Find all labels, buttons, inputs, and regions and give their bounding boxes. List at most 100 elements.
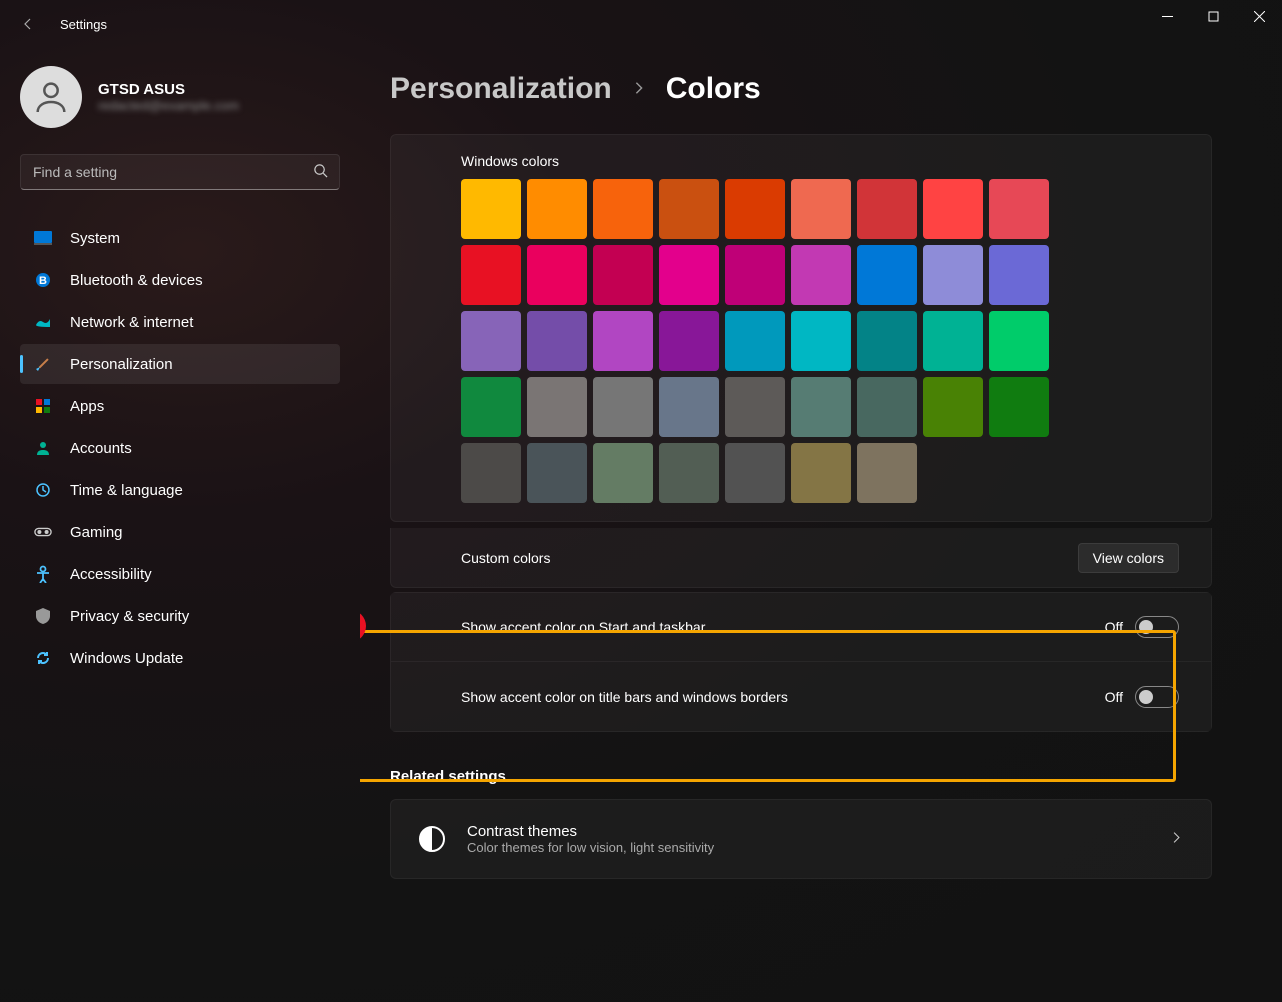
custom-colors-label: Custom colors [461, 550, 550, 566]
color-swatch[interactable] [593, 179, 653, 239]
sidebar-item-privacy-security[interactable]: Privacy & security [20, 596, 340, 636]
color-swatch[interactable] [659, 377, 719, 437]
color-swatch[interactable] [989, 245, 1049, 305]
color-swatch[interactable] [461, 311, 521, 371]
color-swatch[interactable] [527, 377, 587, 437]
color-swatch[interactable] [791, 245, 851, 305]
sidebar-item-accessibility[interactable]: Accessibility [20, 554, 340, 594]
color-swatch[interactable] [857, 377, 917, 437]
view-colors-button[interactable]: View colors [1078, 543, 1179, 573]
nav-icon [34, 649, 52, 667]
nav-label: Apps [70, 398, 104, 415]
color-swatch[interactable] [659, 443, 719, 503]
color-swatch[interactable] [857, 443, 917, 503]
color-swatch[interactable] [857, 245, 917, 305]
nav-label: Gaming [70, 524, 123, 541]
contrast-themes-card[interactable]: Contrast themes Color themes for low vis… [390, 799, 1212, 879]
color-swatch[interactable] [461, 245, 521, 305]
color-swatch[interactable] [725, 443, 785, 503]
svg-text:B: B [39, 275, 47, 287]
window-controls [1144, 0, 1282, 32]
color-swatch[interactable] [923, 245, 983, 305]
color-swatch[interactable] [791, 443, 851, 503]
color-swatch[interactable] [989, 311, 1049, 371]
custom-colors-row: Custom colors View colors [390, 528, 1212, 588]
color-swatch[interactable] [989, 179, 1049, 239]
color-swatch[interactable] [923, 377, 983, 437]
color-swatch[interactable] [857, 179, 917, 239]
sidebar-item-bluetooth-devices[interactable]: BBluetooth & devices [20, 260, 340, 300]
nav-label: Time & language [70, 482, 183, 499]
nav-list: System BBluetooth & devices Network & inte… [20, 218, 340, 678]
window-title: Settings [60, 17, 107, 32]
search-icon [313, 163, 328, 181]
minimize-button[interactable] [1144, 0, 1190, 32]
sidebar-item-windows-update[interactable]: Windows Update [20, 638, 340, 678]
color-swatch[interactable] [461, 377, 521, 437]
sidebar-item-accounts[interactable]: Accounts [20, 428, 340, 468]
nav-label: Privacy & security [70, 608, 189, 625]
color-swatch[interactable] [461, 443, 521, 503]
nav-label: Network & internet [70, 314, 193, 331]
toggle-switch[interactable] [1135, 616, 1179, 638]
nav-icon [34, 355, 52, 373]
nav-icon [34, 481, 52, 499]
sidebar: GTSD ASUS redacted@example.com System BBl… [0, 48, 360, 1002]
card-subtitle: Color themes for low vision, light sensi… [467, 840, 714, 855]
sidebar-item-network-internet[interactable]: Network & internet [20, 302, 340, 342]
color-swatch[interactable] [791, 311, 851, 371]
nav-label: System [70, 230, 120, 247]
chevron-right-icon [1170, 831, 1183, 847]
color-swatch[interactable] [857, 311, 917, 371]
breadcrumb-parent[interactable]: Personalization [390, 72, 612, 106]
color-swatch[interactable] [725, 377, 785, 437]
chevron-right-icon [632, 78, 646, 101]
color-swatch[interactable] [791, 377, 851, 437]
toggle-switch[interactable] [1135, 686, 1179, 708]
color-swatch[interactable] [593, 245, 653, 305]
color-swatch[interactable] [593, 311, 653, 371]
color-swatch[interactable] [593, 377, 653, 437]
windows-colors-label: Windows colors [461, 153, 1211, 169]
color-swatch[interactable] [527, 443, 587, 503]
toggle-state-text: Off [1105, 689, 1123, 705]
content-area: Personalization Colors Windows colors Cu… [360, 48, 1282, 1002]
toggle-label: Show accent color on title bars and wind… [461, 689, 788, 705]
nav-icon [34, 313, 52, 331]
color-swatch[interactable] [725, 311, 785, 371]
sidebar-item-apps[interactable]: Apps [20, 386, 340, 426]
sidebar-item-gaming[interactable]: Gaming [20, 512, 340, 552]
minimize-icon [1162, 11, 1173, 22]
nav-icon [34, 607, 52, 625]
sidebar-item-time-language[interactable]: Time & language [20, 470, 340, 510]
windows-colors-panel: Windows colors [390, 134, 1212, 522]
color-swatch[interactable] [659, 311, 719, 371]
profile-block[interactable]: GTSD ASUS redacted@example.com [20, 66, 340, 128]
nav-label: Windows Update [70, 650, 183, 667]
toggle-row-title-bars: Show accent color on title bars and wind… [390, 662, 1212, 732]
color-swatch[interactable] [923, 179, 983, 239]
maximize-icon [1208, 11, 1219, 22]
color-swatch[interactable] [527, 245, 587, 305]
color-swatch[interactable] [527, 311, 587, 371]
nav-icon: B [34, 271, 52, 289]
maximize-button[interactable] [1190, 0, 1236, 32]
color-swatch[interactable] [725, 245, 785, 305]
person-icon [31, 77, 71, 117]
color-swatch[interactable] [659, 245, 719, 305]
sidebar-item-personalization[interactable]: Personalization [20, 344, 340, 384]
color-swatch[interactable] [725, 179, 785, 239]
color-swatch[interactable] [989, 377, 1049, 437]
back-button[interactable] [8, 4, 48, 44]
color-swatch[interactable] [791, 179, 851, 239]
color-swatch[interactable] [659, 179, 719, 239]
search-input[interactable] [20, 154, 340, 190]
sidebar-item-system[interactable]: System [20, 218, 340, 258]
toggle-row-start-taskbar: Show accent color on Start and taskbar O… [390, 592, 1212, 662]
color-swatch[interactable] [593, 443, 653, 503]
profile-email: redacted@example.com [98, 98, 239, 113]
close-button[interactable] [1236, 0, 1282, 32]
color-swatch[interactable] [461, 179, 521, 239]
color-swatch[interactable] [527, 179, 587, 239]
color-swatch[interactable] [923, 311, 983, 371]
